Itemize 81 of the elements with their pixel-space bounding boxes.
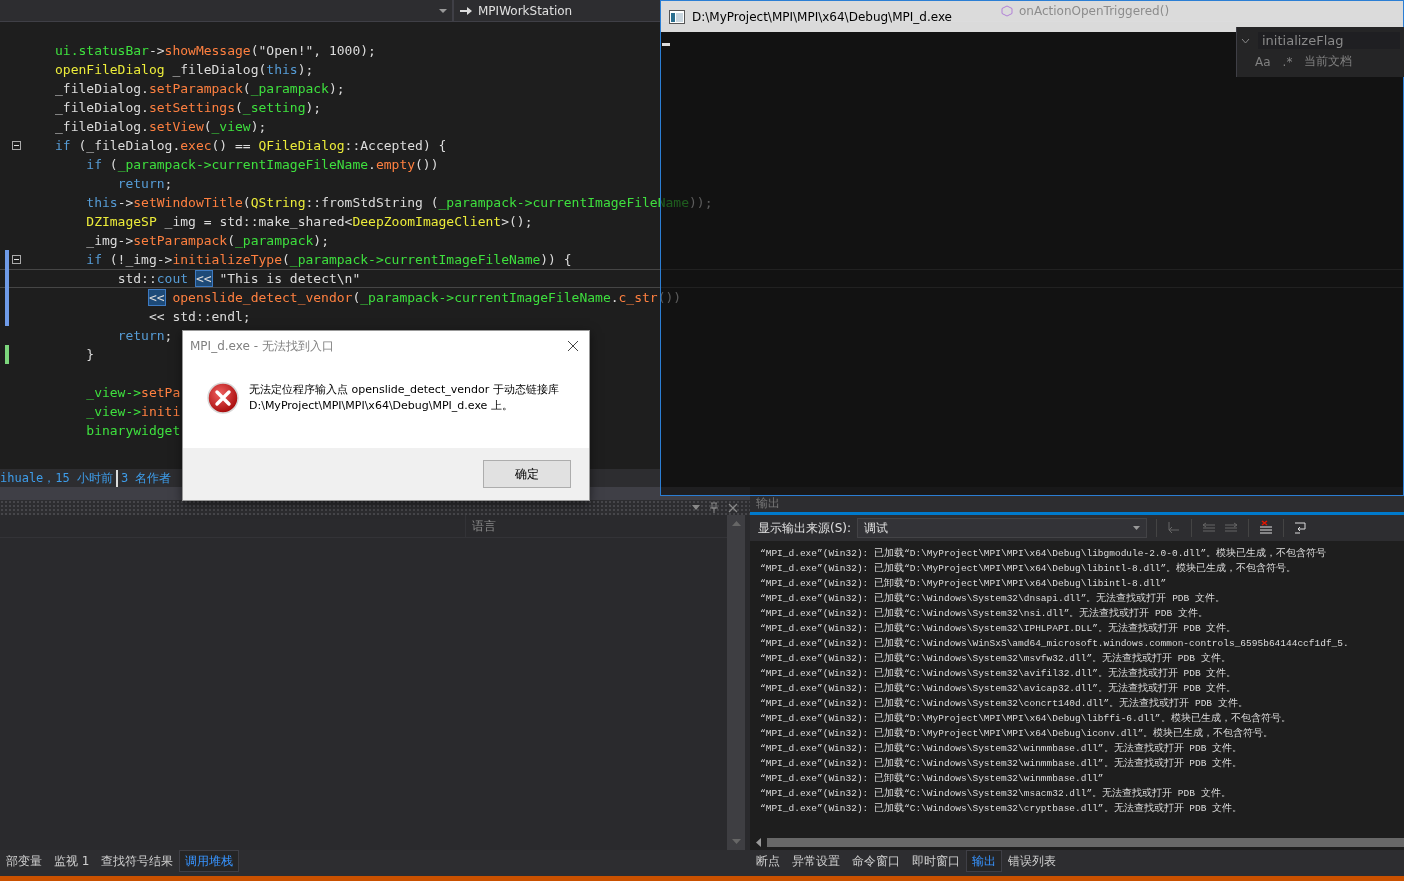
output-line: “MPI_d.exe”(Win32): 已加载“C:\Windows\System32\winmmbase.dll”。无法查找或打开 PDB 文件。 [760,741,1244,756]
panel-tab[interactable]: 断点 [750,850,786,872]
project-dropdown[interactable]: MPIWorkStation [453,0,658,21]
output-line: “MPI_d.exe”(Win32): 已卸载“C:\Windows\System32\winmmbase.dll” [760,772,1105,786]
scroll-down-icon [731,839,741,844]
codelens-link[interactable]: ihuale，15 小时前 [0,469,117,487]
code-line: ui.statusBar->showMessage("Open!", 1000); [55,42,376,60]
caret-icon [1133,526,1141,530]
pin-icon [710,502,718,513]
output-line: “MPI_d.exe”(Win32): 已加载“C:\Windows\System32\dnsapi.dll”。无法查找或打开 PDB 文件。 [760,591,1226,606]
output-line: “MPI_d.exe”(Win32): 已加载“C:\Windows\System32\avicap32.dll”。无法查找或打开 PDB 文件。 [760,681,1238,696]
scrollbar[interactable] [727,515,745,850]
panel-tab[interactable]: 即时窗口 [906,850,966,872]
code-line: _img->setParampack(_parampack); [85,232,329,250]
output-line: “MPI_d.exe”(Win32): 已加载“C:\Windows\System32\avifil32.dll”。无法查找或打开 PDB 文件。 [760,666,1238,681]
output-line: “MPI_d.exe”(Win32): 已加载“C:\Windows\System32\msvfw32.dll”。无法查找或打开 PDB 文件。 [760,651,1232,666]
code-line: std::cout << "This is detect\n" [116,270,361,287]
dropdown-icon [692,505,700,510]
panel-tab[interactable]: 调用堆栈 [179,850,240,872]
output-line: “MPI_d.exe”(Win32): 已加载“C:\Windows\WinSxS\amd64_microsoft.windows.common-controls_6595b64144ccf1df_5. [760,636,1350,651]
output-line: “MPI_d.exe”(Win32): 已加载“C:\Windows\System32\IPHLPAPI.DLL”。无法查找或打开 PDB 文件。 [760,621,1238,636]
code-line: if (!_img->initializeType(_parampack->currentImageFileName)) { [85,251,572,269]
output-line: “MPI_d.exe”(Win32): 已加载“D:\MyProject\MPI\MPI\x64\Debug\libffi-6.dll”。模块已生成，不包含符号。 [760,711,1292,726]
clear-all-icon[interactable] [1258,520,1275,536]
error-message: 无法定位程序输入点 openslide_detect_vendor 于动态链接库 D:\MyProject\MPI\MPI\x64\Debug\MPI_d.exe 上。 [249,381,559,414]
code-line: DZImageSP _img = std::make_shared<DeepZoomImageClient>(); [85,213,533,231]
scope-dropdown[interactable]: 当前文档 [1304,53,1353,70]
scroll-left-icon [756,838,761,847]
output-line: “MPI_d.exe”(Win32): 已加载“C:\Windows\System32\winmmbase.dll”。无法查找或打开 PDB 文件。 [760,756,1244,771]
code-line: _fileDialog.setParampack(_parampack); [55,80,345,98]
caret-icon [439,8,447,13]
panel-tab[interactable]: 错误列表 [1002,850,1062,872]
output-line: “MPI_d.exe”(Win32): 已加载“D:\MyProject\MPI\MPI\x64\Debug\libintl-8.dll”。模块已生成，不包含符号。 [760,561,1298,576]
code-line: if (_fileDialog.exec() == QFileDialog::Accepted) { [55,137,447,155]
output-line: “MPI_d.exe”(Win32): 已加载“C:\Windows\System32\msacm32.dll”。无法查找或打开 PDB 文件。 [760,786,1232,801]
arrow-icon [460,5,472,16]
output-line: “MPI_d.exe”(Win32): 已加载“C:\Windows\System32\cryptbase.dll”。无法查找或打开 PDB 文件。 [760,801,1244,816]
scroll-up-icon [731,521,741,526]
collapse-icon[interactable] [12,141,21,150]
option-toggle[interactable]: Aa [1255,54,1271,69]
scrollbar[interactable] [750,835,1404,850]
panel-tab[interactable]: 异常设置 [786,850,846,872]
code-line: return; [116,175,173,193]
output-line: “MPI_d.exe”(Win32): 已卸载“D:\MyProject\MPI\MPI\x64\Debug\libintl-8.dll” [760,577,1168,591]
code-line: << std::endl; [147,308,251,326]
dialog-title: MPI_d.exe - 无法找到入口 [190,337,334,355]
output-line: “MPI_d.exe”(Win32): 已加载“C:\Windows\System32\nsi.dll”。无法查找或打开 PDB 文件。 [760,606,1209,621]
code-line: _view->initi [85,403,181,421]
code-line: _fileDialog.setSettings(_setting); [55,99,322,117]
close-icon [728,502,738,513]
code-line: binarywidget [85,422,181,440]
text-cursor [662,43,670,46]
output-line: “MPI_d.exe”(Win32): 已加载“C:\Windows\System32\concrt140d.dll”。无法查找或打开 PDB 文件。 [760,696,1249,711]
source-dropdown[interactable]: 调试 [857,518,1148,538]
search-field[interactable]: initializeFlag [1258,32,1400,49]
code-line: _view->setPa [85,384,181,402]
output-line: “MPI_d.exe”(Win32): 已加载“D:\MyProject\MPI\MPI\x64\Debug\libgmodule-2.0-0.dll”。模块已生成，不包含符号 [760,546,1328,561]
code-line: if (_parampack->currentImageFileName.empty()) [85,156,439,174]
panel-tab[interactable]: 监视 1 [48,850,96,872]
panel-tab[interactable]: 查找符号结果 [95,850,180,872]
code-line: } [85,346,95,364]
close-icon[interactable] [567,340,579,352]
window-title: D:\MyProject\MPI\MPI\x64\Debug\MPI_d.exe [692,9,952,24]
code-line: return; [116,327,173,345]
ok-button[interactable]: 确定 [483,460,571,488]
panel-tab[interactable]: 部变量 [0,850,48,872]
error-icon [207,381,239,414]
code-line: << openslide_detect_vendor(_parampack->currentImageFileName.c_str()) [147,289,682,307]
console-icon [669,9,685,24]
source-label: 显示输出来源(S): [758,519,852,537]
scroll-thumb[interactable] [767,838,1404,847]
chevron-icon [1241,37,1250,44]
code-line: _fileDialog.setView(_view); [55,118,267,136]
cube-icon [1001,4,1013,17]
output-line: “MPI_d.exe”(Win32): 已加载“D:\MyProject\MPI\MPI\x64\Debug\iconv.dll”。模块已生成，不包含符号。 [760,726,1275,741]
panel-title: 输出 [756,495,780,512]
code-line: openFileDialog _fileDialog(this); [55,61,314,79]
option-toggle[interactable]: .* [1282,54,1293,69]
panel-tab[interactable]: 命令窗口 [846,850,906,872]
panel-tab[interactable]: 输出 [966,850,1002,872]
collapse-icon[interactable] [12,255,21,264]
